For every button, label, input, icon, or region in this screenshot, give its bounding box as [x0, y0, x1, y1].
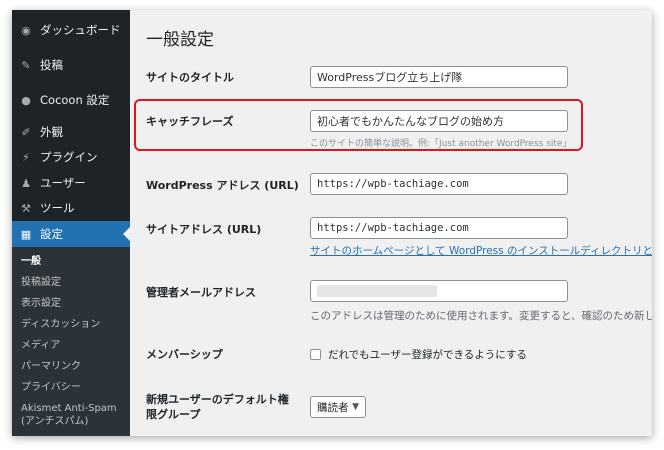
sidebar-item-tools[interactable]: ⚒ ツール [12, 195, 130, 221]
submenu-akismet[interactable]: Akismet Anti-Spam (アンチスパム) [21, 402, 126, 428]
submenu-writing[interactable]: 投稿設定 [21, 276, 126, 289]
submenu-permalinks[interactable]: パーマリンク [21, 360, 126, 373]
sidebar-item-settings[interactable]: ▦ 設定 [12, 221, 130, 247]
default-role-value: 購読者 [317, 401, 349, 414]
default-role-select[interactable]: 購読者 ▼ [310, 396, 366, 418]
chevron-down-icon: ▼ [352, 402, 359, 412]
plug-icon: ⚡ [22, 150, 30, 164]
circle-icon: ● [21, 93, 31, 107]
submenu-privacy[interactable]: プライバシー [21, 381, 126, 394]
admin-sidebar: ◉ ダッシュボード ✎ 投稿 ● Cocoon 設定 ✐ 外観 ⚡ プラグイン … [12, 10, 130, 436]
settings-content: 一般設定 サイトのタイトル WordPressブログ立ち上げ隊 キャッチフレーズ… [130, 10, 652, 436]
admin-email-input[interactable] [310, 280, 568, 302]
membership-label: メンバーシップ [146, 348, 223, 361]
settings-icon: ▦ [20, 227, 32, 241]
sidebar-item-posts[interactable]: ✎ 投稿 [12, 52, 130, 78]
redacted-email [317, 285, 437, 297]
submenu-discussion[interactable]: ディスカッション [21, 318, 126, 331]
site-address-help-link[interactable]: サイトのホームページとして WordPress のインストールディレクトリとは [310, 243, 652, 258]
sidebar-item-appearance[interactable]: ✐ 外観 [12, 119, 130, 145]
site-title-input[interactable]: WordPressブログ立ち上げ隊 [310, 66, 568, 88]
admin-email-label: 管理者メールアドレス [146, 286, 256, 299]
wrench-icon: ⚒ [21, 201, 31, 215]
wp-address-label: WordPress アドレス (URL) [146, 179, 299, 192]
sidebar-item-users[interactable]: ♟ ユーザー [12, 170, 130, 196]
dashboard-icon: ◉ [21, 23, 31, 37]
page-title: 一般設定 [146, 30, 214, 50]
membership-checkbox-label[interactable]: だれでもユーザー登録ができるようにする [328, 347, 527, 362]
site-address-label: サイトアドレス (URL) [146, 223, 262, 236]
submenu-media[interactable]: メディア [21, 339, 126, 352]
membership-checkbox[interactable] [310, 349, 321, 360]
tagline-highlight-box [134, 99, 583, 151]
settings-submenu: 一般 投稿設定 表示設定 ディスカッション メディア パーマリンク プライバシー… [12, 247, 130, 436]
user-icon: ♟ [21, 176, 31, 190]
admin-window: ◉ ダッシュボード ✎ 投稿 ● Cocoon 設定 ✐ 外観 ⚡ プラグイン … [12, 10, 652, 436]
site-address-input[interactable]: https://wpb-tachiage.com [310, 217, 568, 239]
admin-email-description: このアドレスは管理のために使用されます。変更すると、確認のため新し [310, 310, 652, 322]
default-role-label: 新規ユーザーのデフォルト権限グループ [146, 393, 289, 421]
site-title-label: サイトのタイトル [146, 71, 234, 84]
sidebar-item-plugins[interactable]: ⚡ プラグイン [12, 144, 130, 170]
submenu-reading[interactable]: 表示設定 [21, 297, 126, 310]
sidebar-item-dashboard[interactable]: ◉ ダッシュボード [12, 17, 130, 43]
sidebar-item-cocoon[interactable]: ● Cocoon 設定 [12, 87, 130, 113]
submenu-general[interactable]: 一般 [21, 255, 126, 268]
brush-icon: ✐ [21, 125, 31, 139]
pin-icon: ✎ [21, 58, 31, 72]
wp-address-input[interactable]: https://wpb-tachiage.com [310, 173, 568, 195]
